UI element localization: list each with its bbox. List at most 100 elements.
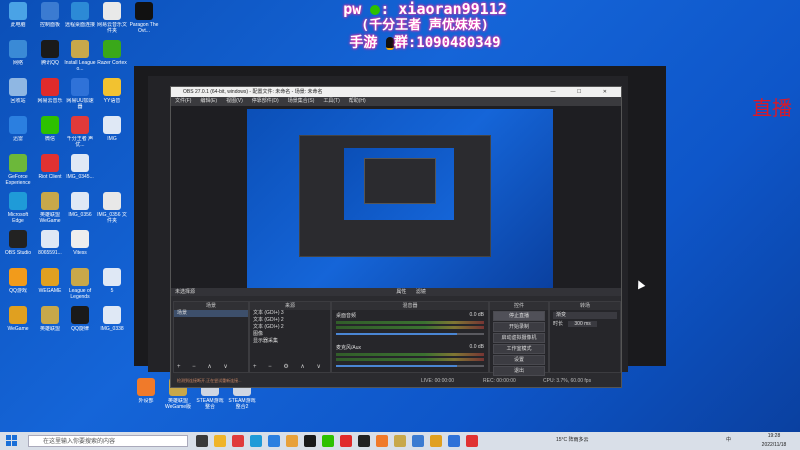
exit-button[interactable]: 退出 bbox=[493, 366, 545, 376]
obs-titlebar[interactable]: OBS 27.0.1 (64-bit, windows) - 配置文件: 未命名… bbox=[171, 87, 621, 97]
menu-item[interactable]: 视图(V) bbox=[226, 98, 243, 104]
desktop-icon[interactable]: 千分王者 声优... bbox=[64, 116, 96, 150]
desktop-icon[interactable]: Install League o... bbox=[64, 40, 96, 74]
app-icon bbox=[9, 2, 27, 20]
taskbar-search-input[interactable]: 在这里输入你要搜索的内容 bbox=[28, 435, 188, 447]
input-language[interactable]: 中 bbox=[726, 436, 731, 445]
obs-window[interactable]: OBS 27.0.1 (64-bit, windows) - 配置文件: 未命名… bbox=[170, 86, 622, 388]
desktop-icon[interactable]: IMG_0356 bbox=[64, 192, 96, 226]
properties-tab[interactable]: 属性 bbox=[396, 289, 406, 295]
desktop-icon[interactable]: League of Legends bbox=[64, 268, 96, 302]
virtual-camera-button[interactable]: 启动虚拟摄像机 bbox=[493, 333, 545, 343]
desktop-icon[interactable]: 回收站 bbox=[2, 78, 34, 112]
volume-slider[interactable] bbox=[336, 365, 484, 367]
sources-header: 来源 bbox=[250, 302, 330, 310]
transition-duration: 时长 300 ms bbox=[550, 321, 620, 328]
desktop-icon[interactable]: 网易云音乐 bbox=[34, 78, 66, 112]
source-item[interactable]: 文本 (GDI+) 2 bbox=[250, 317, 330, 324]
duration-input[interactable]: 300 ms bbox=[568, 321, 597, 327]
source-item[interactable]: 文本 (GDI+) 2 bbox=[250, 324, 330, 331]
desktop-icon[interactable]: IMG_0356 文件夹 bbox=[96, 192, 128, 226]
desktop-icon[interactable]: Microsoft Edge bbox=[2, 192, 34, 226]
menu-item[interactable]: 场景集合(S) bbox=[288, 98, 315, 104]
transition-type-select[interactable]: 渐变 bbox=[553, 312, 617, 319]
desktop-icon[interactable]: Razer Cortex bbox=[96, 40, 128, 74]
obs-statusbar: 检测到连接断开,正在尝试重新连接... LIVE: 00:00:00 REC: … bbox=[171, 376, 621, 386]
track-db: 0.0 dB bbox=[469, 312, 484, 318]
source-item[interactable]: 显示器采集 bbox=[250, 338, 330, 345]
taskbar-app-icon[interactable] bbox=[322, 435, 334, 447]
menu-item[interactable]: 工具(T) bbox=[323, 98, 339, 104]
taskbar-app-icon[interactable] bbox=[430, 435, 442, 447]
desktop-icon[interactable]: 英雄联盟WeGame bbox=[34, 192, 66, 226]
desktop-icon[interactable]: 远程桌面连接 bbox=[64, 2, 96, 36]
menu-item[interactable]: 停靠部件(D) bbox=[252, 98, 279, 104]
taskbar-app-icon[interactable] bbox=[412, 435, 424, 447]
desktop-icon[interactable]: 网络 bbox=[2, 40, 34, 74]
desktop-icon[interactable]: IMG_0338 bbox=[96, 306, 128, 340]
desktop-icon[interactable]: GeForce Experience bbox=[2, 154, 34, 188]
sources-toolbar[interactable]: + − ⚙ ∧ ∨ bbox=[253, 363, 326, 370]
window-controls[interactable]: — ☐ ✕ bbox=[551, 87, 617, 97]
taskbar-app-icon[interactable] bbox=[214, 435, 226, 447]
desktop-icon[interactable]: OBS Studio bbox=[2, 230, 34, 264]
desktop-icon-label: Razer Cortex bbox=[97, 60, 127, 66]
desktop-icon[interactable]: WEGAME bbox=[34, 268, 66, 302]
weather-widget[interactable]: 15°C 阵雨多云 bbox=[556, 436, 589, 445]
app-icon bbox=[9, 78, 27, 96]
taskbar-app-icon[interactable] bbox=[376, 435, 388, 447]
desktop-icon[interactable]: QQ游戏 bbox=[2, 268, 34, 302]
settings-button[interactable]: 设置 bbox=[493, 355, 545, 365]
taskbar-app-icon[interactable] bbox=[232, 435, 244, 447]
scenes-toolbar[interactable]: + − ∧ ∨ bbox=[177, 363, 233, 370]
menu-item[interactable]: 帮助(H) bbox=[349, 98, 366, 104]
filters-tab[interactable]: 滤镜 bbox=[416, 289, 426, 295]
source-item[interactable]: 文本 (GDI+) 3 bbox=[250, 310, 330, 317]
desktop-icon[interactable]: 此电脑 bbox=[2, 2, 34, 36]
taskbar-app-icon[interactable] bbox=[268, 435, 280, 447]
taskbar-app-icon[interactable] bbox=[196, 435, 208, 447]
desktop-icon[interactable]: QQ旋律 bbox=[64, 306, 96, 340]
taskbar-app-icon[interactable] bbox=[286, 435, 298, 447]
desktop-icon[interactable]: Riot Client bbox=[34, 154, 66, 188]
taskbar-app-icon[interactable] bbox=[250, 435, 262, 447]
desktop-icon[interactable]: Vitess bbox=[64, 230, 96, 264]
desktop-icon[interactable]: 网易UU加速器 bbox=[64, 78, 96, 112]
desktop-icon[interactable]: 网易云音乐文件夹 bbox=[96, 2, 128, 36]
stop-streaming-button[interactable]: 停止直播 bbox=[493, 311, 545, 321]
start-button[interactable] bbox=[6, 435, 18, 447]
taskbar-app-icon[interactable] bbox=[394, 435, 406, 447]
menu-item[interactable]: 文件(F) bbox=[175, 98, 191, 104]
desktop-icon[interactable]: YY语音 bbox=[96, 78, 128, 112]
obs-menubar: 文件(F) 编辑(E) 视图(V) 停靠部件(D) 场景集合(S) 工具(T) 帮助(H) bbox=[171, 97, 621, 106]
volume-slider[interactable] bbox=[336, 333, 484, 335]
desktop-icon[interactable]: 迅雷 bbox=[2, 116, 34, 150]
taskbar-app-icon[interactable] bbox=[358, 435, 370, 447]
desktop-icon[interactable]: 5 bbox=[96, 268, 128, 302]
desktop-icon[interactable]: 腾讯QQ bbox=[34, 40, 66, 74]
clock[interactable]: 19:28 2022/11/18 bbox=[752, 432, 796, 450]
desktop-icon[interactable]: IMG_0345... bbox=[64, 154, 96, 188]
desktop-icon[interactable]: IMG bbox=[96, 116, 128, 150]
desktop-icon[interactable]: 英雄联盟 bbox=[34, 306, 66, 340]
controls-header: 控件 bbox=[490, 302, 548, 310]
window-title: OBS 27.0.1 (64-bit, windows) - 配置文件: 未命名… bbox=[183, 89, 323, 95]
app-icon bbox=[103, 2, 121, 20]
taskbar-app-icon[interactable] bbox=[448, 435, 460, 447]
menu-item[interactable]: 编辑(E) bbox=[200, 98, 217, 104]
taskbar-app-icon[interactable] bbox=[466, 435, 478, 447]
taskbar-app-icon[interactable] bbox=[304, 435, 316, 447]
desktop-icon[interactable]: Paragon The Ovt... bbox=[128, 2, 160, 36]
obs-preview[interactable] bbox=[171, 106, 621, 296]
desktop-icon[interactable]: 控制面板 bbox=[34, 2, 66, 36]
scene-item[interactable]: 场景 bbox=[174, 310, 248, 317]
start-recording-button[interactable]: 开始录制 bbox=[493, 322, 545, 332]
desktop-icon[interactable]: 外设部 bbox=[130, 378, 162, 412]
desktop-icon[interactable]: WeGame bbox=[2, 306, 34, 340]
source-item[interactable]: 图像 bbox=[250, 331, 330, 338]
studio-mode-button[interactable]: 工作室模式 bbox=[493, 344, 545, 354]
taskbar-app-icon[interactable] bbox=[340, 435, 352, 447]
app-icon bbox=[41, 230, 59, 248]
desktop-icon[interactable]: 8065591... bbox=[34, 230, 66, 264]
desktop-icon[interactable]: 微信 bbox=[34, 116, 66, 150]
